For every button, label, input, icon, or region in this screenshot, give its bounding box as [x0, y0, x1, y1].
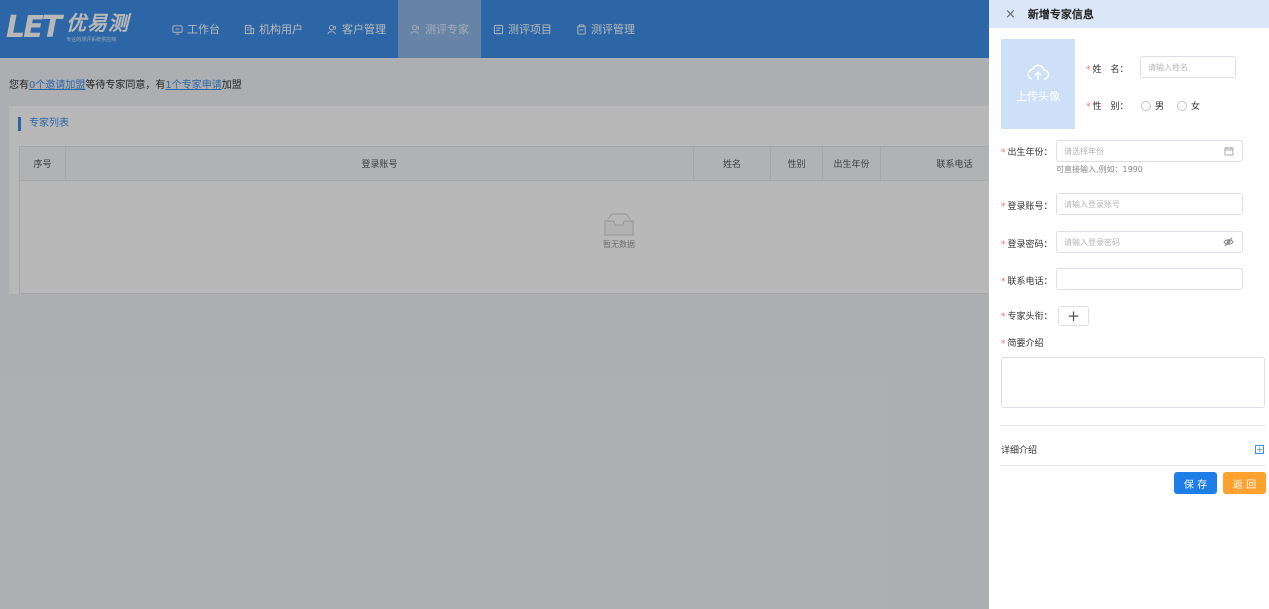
- account-placeholder: 请输入登录账号: [1064, 199, 1120, 209]
- back-button[interactable]: 返 回: [1223, 472, 1266, 494]
- calendar-icon: [1224, 147, 1234, 156]
- password-label: * 登录密码：: [1001, 240, 1053, 250]
- drawer-title: 新增专家信息: [1027, 8, 1094, 21]
- birth-year-hint: 可直接输入,例如：1990: [1056, 165, 1143, 174]
- brief-intro-label: * 简要介绍: [1001, 339, 1044, 349]
- avatar-upload-label: 上传头像: [1016, 90, 1060, 103]
- add-title-button[interactable]: +: [1058, 306, 1089, 326]
- password-placeholder: 请输入登录密码: [1064, 237, 1120, 247]
- phone-input[interactable]: [1056, 268, 1243, 290]
- password-input[interactable]: 请输入登录密码: [1056, 231, 1243, 253]
- birth-year-placeholder: 请选择年份: [1064, 146, 1104, 156]
- detail-intro-label: 详细介绍: [1001, 446, 1038, 456]
- gender-radio-female[interactable]: 女: [1177, 99, 1200, 112]
- radio-circle: [1177, 100, 1187, 111]
- expert-title-label: * 专家头衔：: [1001, 312, 1053, 322]
- cloud-upload-icon: [1027, 64, 1050, 80]
- name-input[interactable]: 请输入姓名: [1140, 56, 1236, 78]
- account-input[interactable]: 请输入登录账号: [1056, 193, 1243, 215]
- eye-off-icon[interactable]: [1223, 237, 1234, 247]
- drawer-header: × 新增专家信息: [989, 0, 1269, 28]
- name-label: * 姓 名：: [1086, 65, 1129, 75]
- avatar-upload[interactable]: 上传头像: [1001, 39, 1075, 129]
- phone-label: * 联系电话：: [1001, 277, 1053, 287]
- gender-label: * 性 别：: [1086, 102, 1129, 112]
- name-placeholder: 请输入姓名: [1148, 62, 1188, 72]
- brief-intro-textarea[interactable]: [1001, 357, 1265, 408]
- gender-radio-male[interactable]: 男: [1141, 99, 1164, 112]
- divider: [1001, 425, 1265, 426]
- radio-circle: [1141, 100, 1151, 111]
- save-button[interactable]: 保 存: [1174, 472, 1217, 494]
- expand-icon[interactable]: +: [1255, 445, 1264, 454]
- close-icon[interactable]: ×: [1005, 8, 1016, 21]
- account-label: * 登录账号：: [1001, 202, 1053, 212]
- add-expert-drawer: × 新增专家信息 上传头像 * 姓 名： 请输入姓名 * 性 别： 男 女 * 出生年…: [989, 0, 1269, 609]
- modal-mask[interactable]: [0, 0, 989, 609]
- birth-year-label: * 出生年份：: [1001, 148, 1053, 158]
- divider: [1001, 465, 1265, 466]
- birth-year-picker[interactable]: 请选择年份: [1056, 140, 1243, 162]
